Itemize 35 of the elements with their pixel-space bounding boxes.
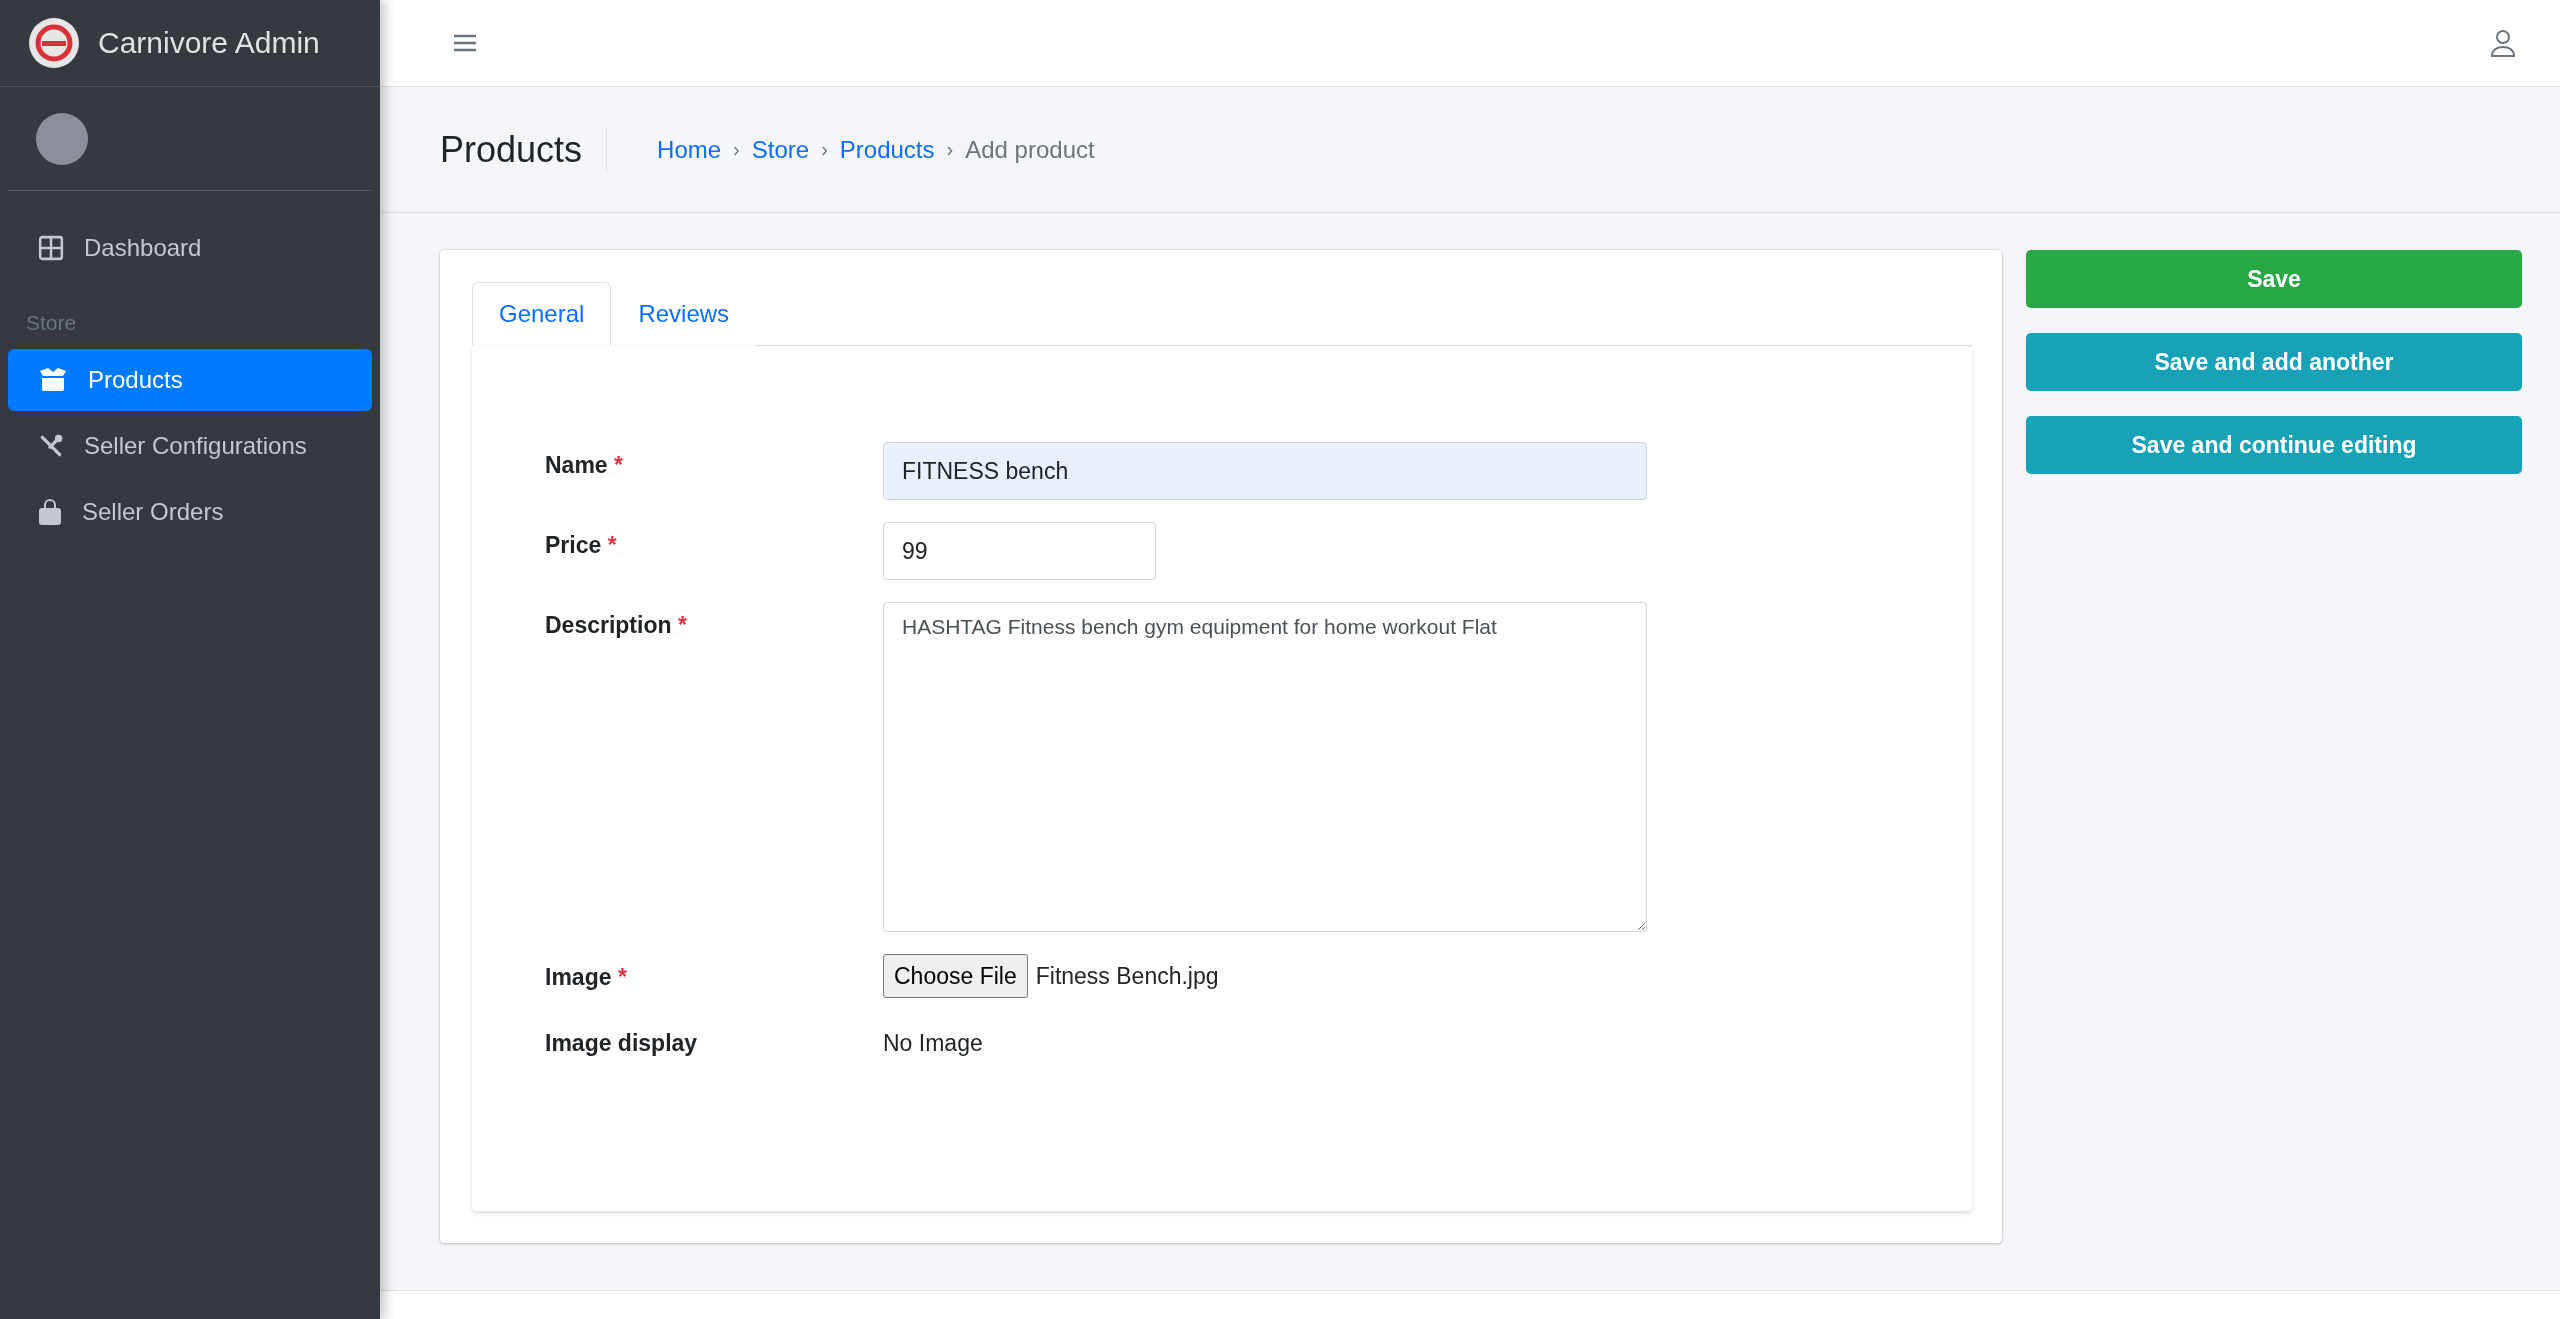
action-button[interactable]: Save and add another bbox=[2026, 333, 2522, 391]
sidebar-item[interactable]: Dashboard bbox=[8, 217, 372, 279]
breadcrumb-separator: › bbox=[946, 138, 954, 161]
tab[interactable]: General bbox=[472, 282, 612, 346]
action-button[interactable]: Save and continue editing bbox=[2026, 416, 2522, 474]
image-display-text: No Image bbox=[883, 1029, 984, 1057]
breadcrumb-current-page: Add product bbox=[965, 135, 1095, 164]
brand-title: Carnivore Admin bbox=[98, 26, 320, 60]
choose-file-button[interactable]: Choose File bbox=[883, 954, 1028, 998]
breadcrumb-link[interactable]: Store bbox=[751, 135, 810, 164]
sidebar-item[interactable]: Seller Orders bbox=[8, 481, 372, 543]
field-label: Image display bbox=[545, 1029, 699, 1057]
logo-icon bbox=[28, 17, 80, 69]
sidebar-item[interactable]: Products bbox=[8, 349, 372, 411]
action-button[interactable]: Save bbox=[2026, 250, 2522, 308]
breadcrumb-link[interactable]: Products bbox=[839, 135, 935, 164]
price-field[interactable]: 99 bbox=[883, 522, 1156, 580]
field-label: Name * bbox=[545, 451, 624, 479]
tools-icon bbox=[38, 433, 64, 459]
breadcrumb-separator: › bbox=[821, 138, 828, 161]
grid-icon bbox=[38, 235, 64, 261]
field-label: Image * bbox=[545, 963, 628, 991]
sidebar-item[interactable]: Seller Configurations bbox=[8, 415, 372, 477]
description-field[interactable]: HASHTAG Fitness bench gym equipment for home workout Flat bbox=[883, 602, 1647, 932]
user-avatar bbox=[36, 112, 88, 165]
page-title: Products bbox=[440, 127, 608, 172]
text-field[interactable]: FITNESS bench bbox=[883, 442, 1647, 500]
field-label: Description * bbox=[545, 611, 688, 639]
breadcrumb-link[interactable]: Home bbox=[657, 135, 722, 164]
bag-icon bbox=[38, 499, 62, 525]
file-name: Fitness Bench.jpg bbox=[1035, 962, 1219, 990]
sidebar-section-title: Store bbox=[25, 310, 78, 336]
breadcrumb-separator: › bbox=[733, 138, 740, 161]
box-icon bbox=[38, 367, 68, 393]
field-label: Price * bbox=[545, 531, 618, 559]
